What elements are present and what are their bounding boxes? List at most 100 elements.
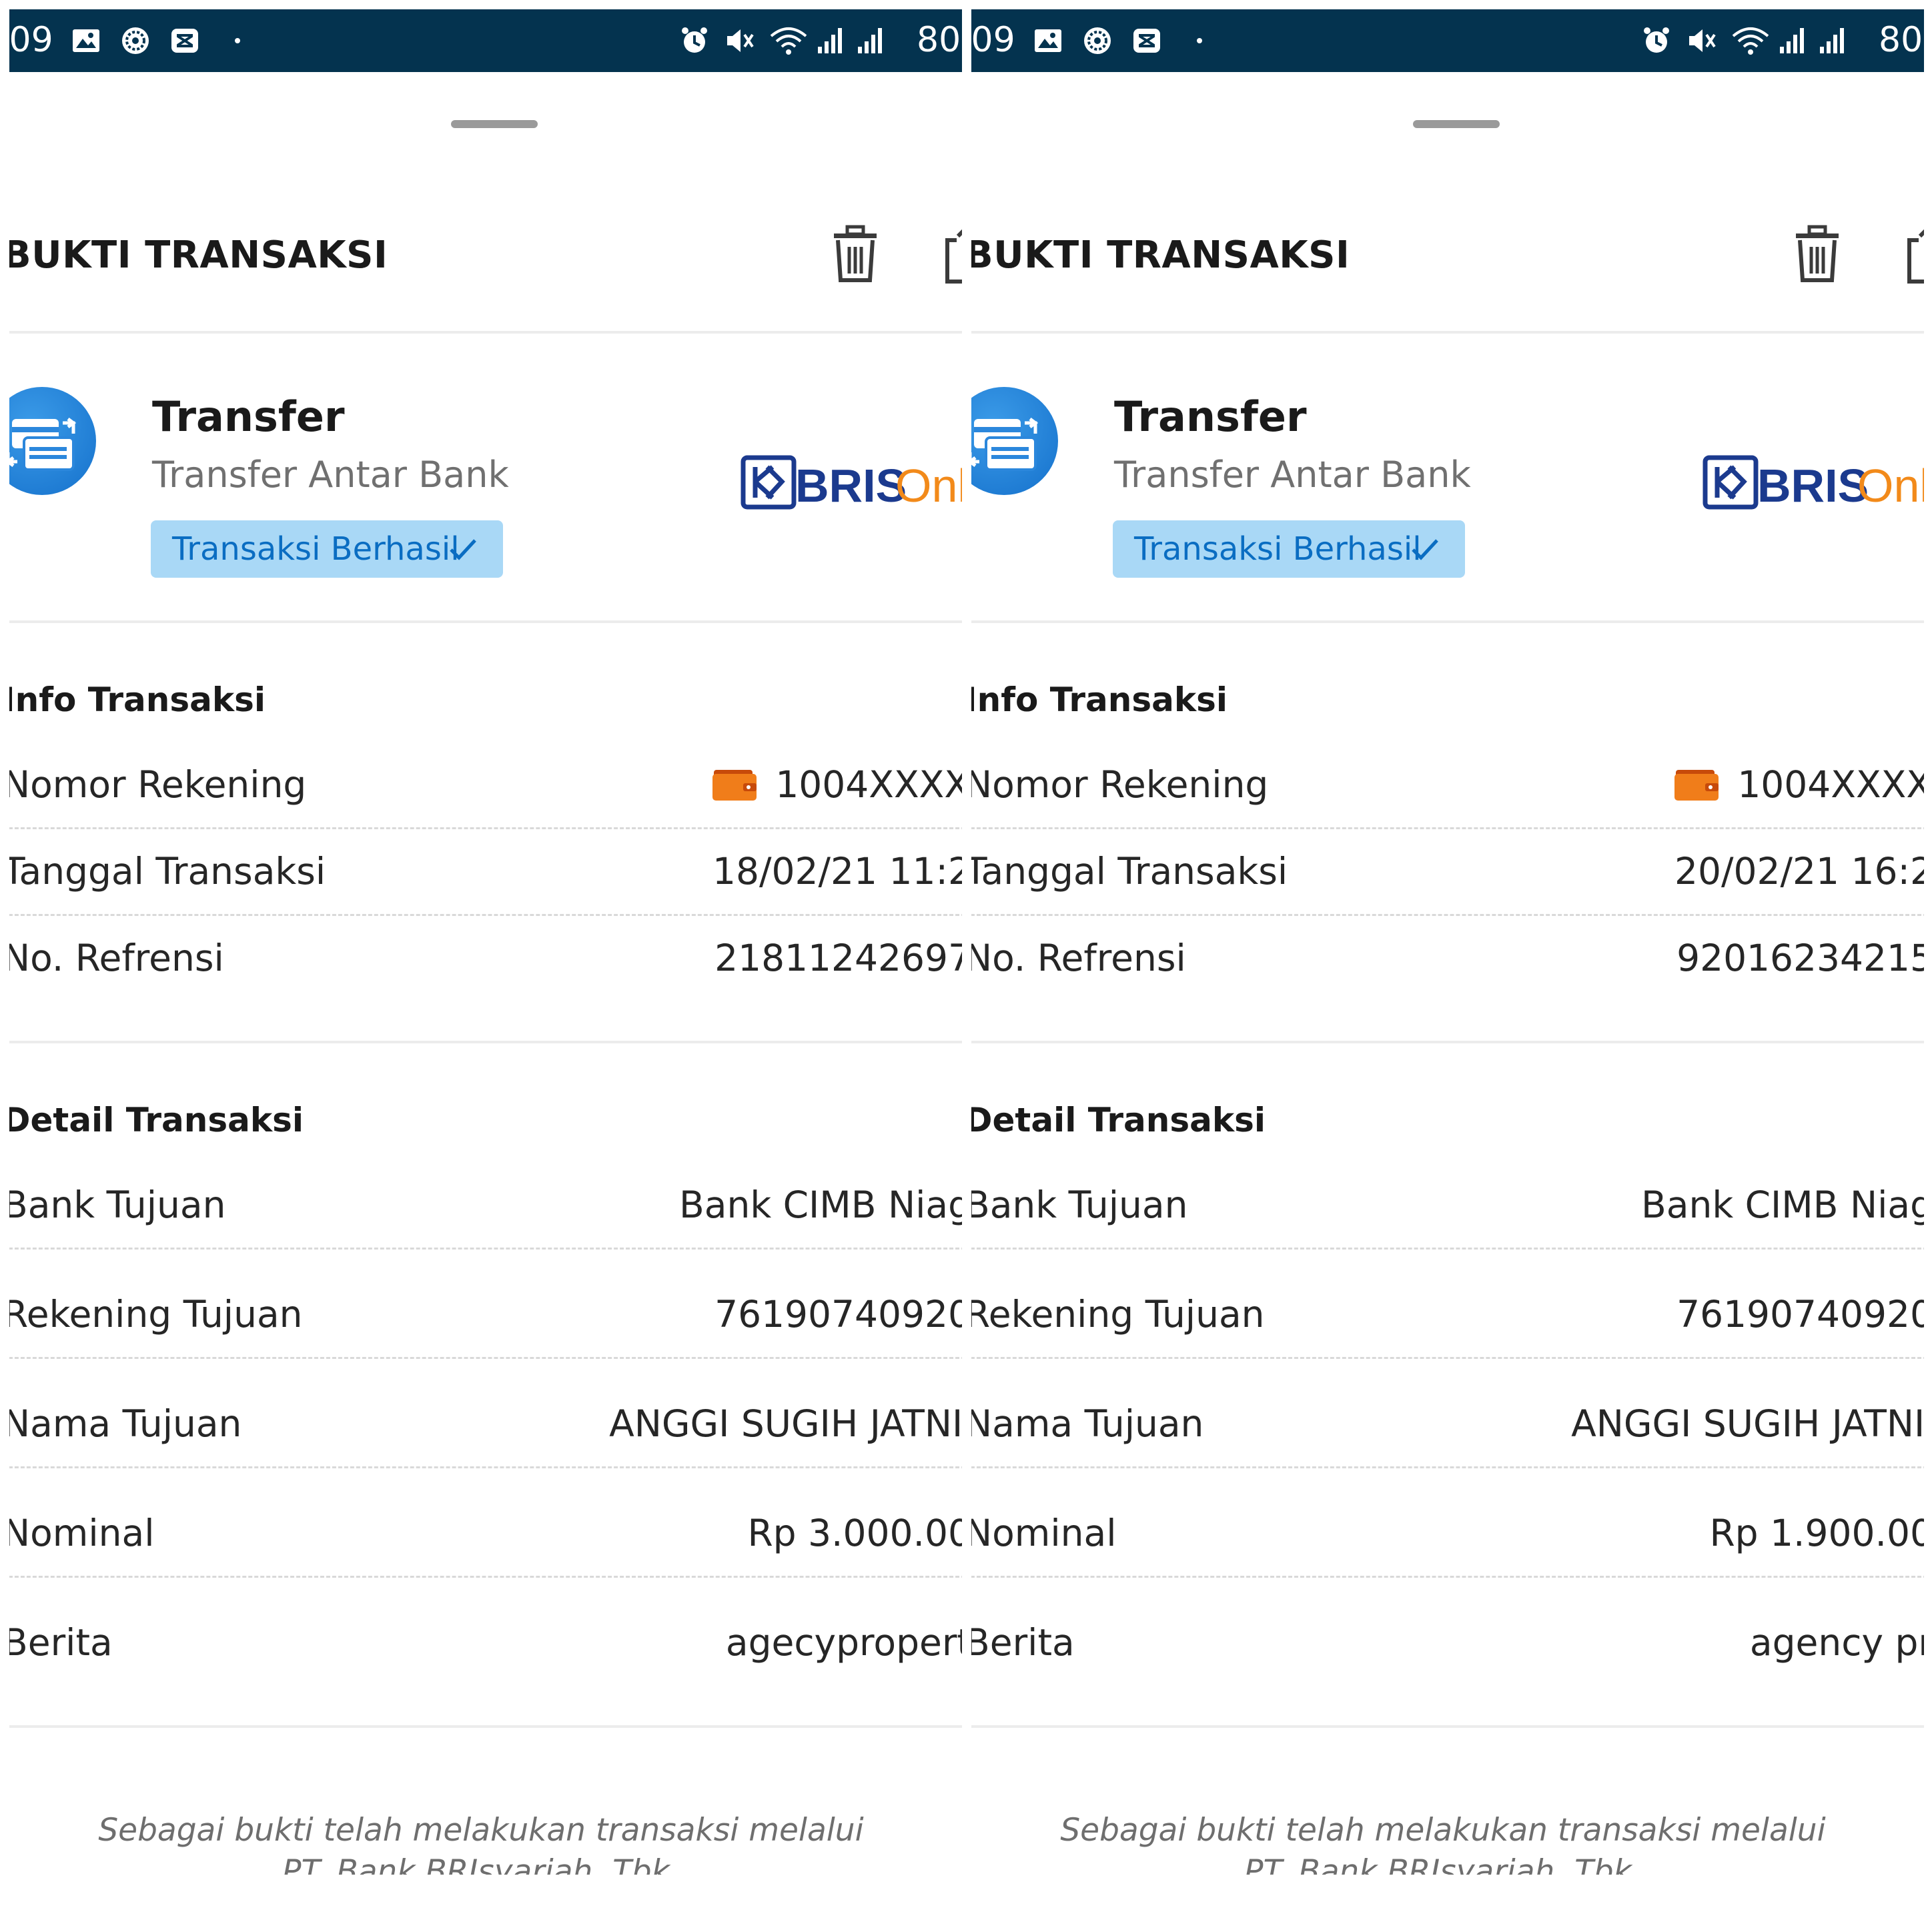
transaction-subtype: Transfer Antar Bank [152,454,509,496]
mail-icon [1133,29,1160,53]
row-divider [971,1466,1924,1468]
message-value: agecypropert [725,1621,962,1664]
section-divider [971,1725,1924,1728]
row-divider [9,914,962,916]
dot-icon [1197,38,1202,43]
status-badge: Transaksi Berhasil [1113,520,1465,578]
signal-icon [818,28,842,53]
logo-text-bris: BRIS [1757,460,1869,511]
reference-value: 92016234215 [1676,937,1924,979]
status-badge: Transaksi Berhasil [151,520,503,578]
status-bar: :09 80% [971,9,1924,72]
dest-account-value: 76190740920 [1676,1293,1924,1336]
share-icon[interactable] [1907,224,1924,284]
mute-icon [727,29,754,52]
sheet-drag-handle[interactable] [451,120,538,128]
trash-icon[interactable] [1792,224,1843,284]
section-divider [9,620,962,623]
account-label: Nomor Rekening [9,763,307,806]
check-icon [450,539,476,560]
battery-percent: 80% [1879,20,1924,60]
message-value: agency pr [1749,1621,1924,1664]
bank-value: Bank CIMB Niag [679,1183,962,1226]
section-divider [9,1041,962,1043]
section-divider [9,1725,962,1728]
wallet-icon [1674,770,1719,801]
status-badge-label: Transaksi Berhasil [1134,530,1422,568]
status-time: :09 [971,20,1015,60]
signal-icon [1780,28,1804,53]
row-divider [971,1248,1924,1250]
battery-percent: 80% [917,20,962,60]
dest-account-value: 76190740920 [714,1293,962,1336]
signal-icon-2 [858,28,882,53]
footer-note-bank: PT. Bank BRIsyariah, Tbk. [1244,1853,1642,1875]
bank-label: Bank Tujuan [971,1183,1188,1226]
dot-icon [235,38,240,43]
reference-label: No. Refrensi [9,937,224,979]
app-icon [1084,27,1111,54]
section-divider [971,1041,1924,1043]
transfer-icon [9,387,96,495]
row-divider [9,827,962,829]
section-divider [971,620,1924,623]
account-value: 1004XXXX9 [1737,763,1924,806]
status-badge-label: Transaksi Berhasil [172,530,460,568]
bank-label: Bank Tujuan [9,1183,226,1226]
date-label: Tanggal Transaksi [9,850,326,893]
trash-icon[interactable] [830,224,881,284]
amount-label: Nominal [971,1512,1117,1554]
dest-account-label: Rekening Tujuan [9,1293,303,1336]
logo-text-online: Online [895,460,962,511]
bank-value: Bank CIMB Niag [1641,1183,1924,1226]
image-icon [73,29,99,52]
status-bar: :09 80% [9,9,962,72]
share-icon[interactable] [945,224,962,284]
check-icon [1412,539,1438,560]
detail-heading: Detail Transaksi [971,1101,1266,1139]
dest-name-value: ANGGI SUGIH JATNIKA [609,1402,962,1445]
footer-note: Sebagai bukti telah melakukan transaksi … [98,1812,864,1849]
amount-value: Rp 1.900.00 [1709,1512,1924,1554]
signal-icon-2 [1820,28,1844,53]
receipt-screen-right: :09 80% BUKTI TRANSAKSI Transfer Transfe… [971,0,1924,1875]
dest-name-label: Nama Tujuan [9,1402,242,1445]
mail-icon [171,29,198,53]
header-divider [9,331,962,334]
account-label: Nomor Rekening [971,763,1269,806]
mute-icon [1689,29,1716,52]
image-icon [1035,29,1061,52]
receipt-screen-left: :09 80% BUKTI TRANSAKSI Transfer Transfe… [9,0,962,1875]
row-divider [9,1576,962,1578]
logo-text-bris: BRIS [795,460,907,511]
row-divider [9,1357,962,1359]
alarm-icon [1644,27,1669,53]
sheet-drag-handle[interactable] [1413,120,1500,128]
row-divider [971,914,1924,916]
wifi-icon [770,27,807,55]
transaction-type: Transfer [152,392,345,441]
info-heading: Info Transaksi [971,680,1228,719]
row-divider [9,1248,962,1250]
wifi-icon [1732,27,1769,55]
message-label: Berita [9,1621,113,1664]
header-divider [971,331,1924,334]
dest-account-label: Rekening Tujuan [971,1293,1265,1336]
reference-label: No. Refrensi [971,937,1186,979]
date-value: 18/02/21 11:2 [712,850,962,893]
transfer-icon [971,387,1058,495]
info-heading: Info Transaksi [9,680,266,719]
page-title: BUKTI TRANSAKSI [9,233,388,277]
row-divider [9,1466,962,1468]
bris-online-logo: BRIS Online [741,455,962,511]
row-divider [971,1576,1924,1578]
page-title: BUKTI TRANSAKSI [971,233,1350,277]
row-divider [971,827,1924,829]
bris-online-logo: BRIS Online [1703,455,1924,511]
footer-note: Sebagai bukti telah melakukan transaksi … [1060,1812,1826,1849]
transaction-type: Transfer [1114,392,1307,441]
reference-value: 21811242697 [714,937,962,979]
dest-name-label: Nama Tujuan [971,1402,1204,1445]
amount-label: Nominal [9,1512,155,1554]
account-value: 1004XXXX9 [775,763,962,806]
